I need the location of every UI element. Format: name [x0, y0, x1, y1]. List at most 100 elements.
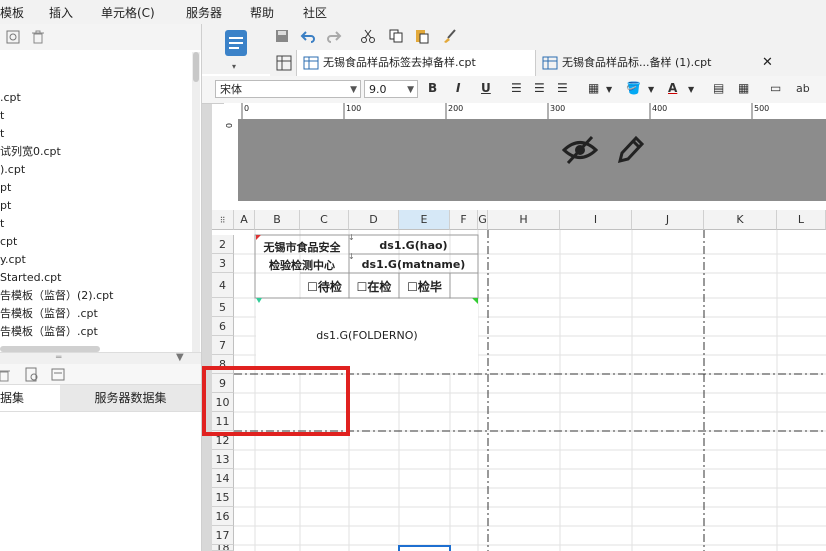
- list-item[interactable]: .cpt: [0, 89, 21, 107]
- ruler-label: 200: [448, 104, 464, 113]
- insert-row-icon[interactable]: ▭: [770, 81, 781, 95]
- edit-dataset-icon[interactable]: [50, 367, 66, 383]
- chevron-down-icon: ▼: [350, 85, 357, 95]
- list-item[interactable]: cpt: [0, 233, 17, 251]
- menu-server[interactable]: 服务器: [186, 4, 222, 21]
- menu-cell[interactable]: 单元格(C): [101, 4, 155, 21]
- new-report-icon[interactable]: [222, 28, 250, 60]
- ruler-ticks: [241, 103, 753, 119]
- ruler-label: 0: [224, 122, 234, 129]
- font-size-select[interactable]: 9.0 ▼: [364, 80, 418, 98]
- ruler-label: 0: [244, 104, 250, 113]
- paste-icon[interactable]: [414, 28, 430, 44]
- format-painter-icon[interactable]: [442, 28, 458, 44]
- chevron-down-icon[interactable]: ▼: [688, 85, 694, 94]
- grid-view-icon[interactable]: [276, 55, 292, 71]
- tab-document-1[interactable]: 无锡食品样品标签去掉备样.cpt: [296, 50, 536, 76]
- chevron-down-icon: ▼: [407, 85, 414, 95]
- font-size-value: 9.0: [369, 83, 387, 96]
- bold-button[interactable]: B: [428, 81, 437, 95]
- redo-icon[interactable]: [326, 28, 342, 44]
- tab-document-2[interactable]: 无锡食品样品标...备样 (1).cpt ✕: [538, 50, 778, 76]
- undo-icon[interactable]: [300, 28, 316, 44]
- split-cells-icon[interactable]: ▦: [738, 81, 749, 95]
- menu-help[interactable]: 帮助: [250, 4, 274, 21]
- delete-icon[interactable]: [0, 367, 12, 383]
- font-color-icon[interactable]: A: [668, 81, 677, 95]
- list-item[interactable]: 试列宽0.cpt: [0, 143, 61, 161]
- delete-icon[interactable]: [30, 29, 46, 45]
- underline-button[interactable]: U: [481, 81, 491, 95]
- align-center-icon[interactable]: ☰: [534, 81, 545, 95]
- template-toolbar: [0, 24, 201, 50]
- merge-cells-icon[interactable]: ▤: [713, 81, 724, 95]
- page-header-area[interactable]: [238, 119, 826, 201]
- border-icon[interactable]: ▦: [588, 81, 599, 95]
- format-toolbar: 宋体 ▼ 9.0 ▼ B I U ☰ ☰ ☰ ▦ ▼ 🪣 ▼ A ▼ ▤ ▦ ▭ a…: [202, 76, 826, 104]
- tab-label: 据集: [0, 391, 25, 405]
- grip-icon: ═: [56, 353, 62, 363]
- cell-matname[interactable]: ds1.G(matname): [349, 258, 478, 271]
- copy-icon[interactable]: [388, 28, 404, 44]
- cell-status-testing[interactable]: ☐在检: [349, 278, 399, 295]
- tab-label: 无锡食品样品标...备样 (1).cpt: [562, 56, 712, 69]
- align-left-icon[interactable]: ☰: [511, 81, 522, 95]
- highlight-box: [202, 366, 350, 436]
- menu-bar: 模板 插入 单元格(C) 服务器 帮助 社区: [0, 0, 826, 25]
- cell-title-line1[interactable]: 无锡市食品安全: [255, 239, 349, 255]
- horizontal-ruler: 0 100 200 300 400 500: [238, 103, 826, 120]
- scroll-thumb[interactable]: [193, 52, 199, 82]
- list-item[interactable]: 告模板（监督）.cpt: [0, 305, 98, 323]
- tab-server-dataset[interactable]: 服务器数据集: [60, 385, 201, 411]
- cell-folderno[interactable]: ds1.G(FOLDERNO): [256, 329, 478, 342]
- preview-icon[interactable]: [24, 367, 40, 383]
- close-icon[interactable]: ✕: [762, 50, 773, 76]
- list-item[interactable]: pt: [0, 179, 11, 197]
- wrap-text-button[interactable]: ab: [796, 82, 810, 95]
- list-item[interactable]: pt: [0, 197, 11, 215]
- report-file-icon: [303, 56, 319, 70]
- font-family-select[interactable]: 宋体 ▼: [215, 80, 361, 98]
- tab-label: 无锡食品样品标签去掉备样.cpt: [323, 56, 476, 69]
- document-tabs: 无锡食品样品标签去掉备样.cpt 无锡食品样品标...备样 (1).cpt ✕: [270, 50, 826, 77]
- cut-icon[interactable]: [360, 28, 376, 44]
- font-family-value: 宋体: [220, 83, 242, 96]
- hidden-eye-icon[interactable]: [562, 133, 598, 167]
- list-item[interactable]: ).cpt: [0, 161, 25, 179]
- list-item[interactable]: Started.cpt: [0, 269, 61, 287]
- dataset-toolbar: [0, 364, 201, 386]
- expand-arrow-icon: ↓: [348, 233, 355, 242]
- cell-status-pending[interactable]: ☐待检: [300, 278, 349, 295]
- list-item[interactable]: t: [0, 125, 4, 143]
- list-item[interactable]: t: [0, 107, 4, 125]
- list-item[interactable]: 告模板（监督）(2).cpt: [0, 287, 113, 305]
- list-item[interactable]: t: [0, 215, 4, 233]
- ruler-label: 300: [550, 104, 566, 113]
- save-icon[interactable]: [274, 28, 290, 44]
- fill-color-icon[interactable]: 🪣: [626, 81, 641, 95]
- list-item[interactable]: 告模板（监督）.cpt: [0, 323, 98, 341]
- tab-template-dataset[interactable]: 据集: [0, 385, 60, 411]
- dropdown-icon[interactable]: ▾: [232, 62, 236, 71]
- chevron-down-icon[interactable]: ▼: [648, 85, 654, 94]
- menu-template[interactable]: 模板: [0, 4, 24, 21]
- tab-label: 服务器数据集: [94, 391, 167, 405]
- ruler-label: 500: [754, 104, 770, 113]
- settings-icon[interactable]: [5, 29, 21, 45]
- menu-insert[interactable]: 插入: [49, 4, 73, 21]
- list-item[interactable]: y.cpt: [0, 251, 26, 269]
- cell-hao[interactable]: ds1.G(hao): [349, 239, 478, 252]
- editor-left-strip: [202, 76, 212, 551]
- ruler-label: 100: [346, 104, 362, 113]
- menu-community[interactable]: 社区: [303, 4, 327, 21]
- collapse-arrow-icon[interactable]: ▼: [176, 352, 184, 363]
- chevron-down-icon[interactable]: ▼: [606, 85, 612, 94]
- cell-title-line2[interactable]: 检验检测中心: [255, 257, 349, 273]
- cell-status-done[interactable]: ☐检毕: [399, 278, 450, 295]
- expand-arrow-icon: ↓: [348, 252, 355, 261]
- italic-button[interactable]: I: [456, 81, 460, 95]
- ruler-label: 400: [652, 104, 668, 113]
- align-right-icon[interactable]: ☰: [557, 81, 568, 95]
- edit-pencil-icon[interactable]: [614, 133, 646, 167]
- file-list-scrollbar[interactable]: [192, 52, 200, 352]
